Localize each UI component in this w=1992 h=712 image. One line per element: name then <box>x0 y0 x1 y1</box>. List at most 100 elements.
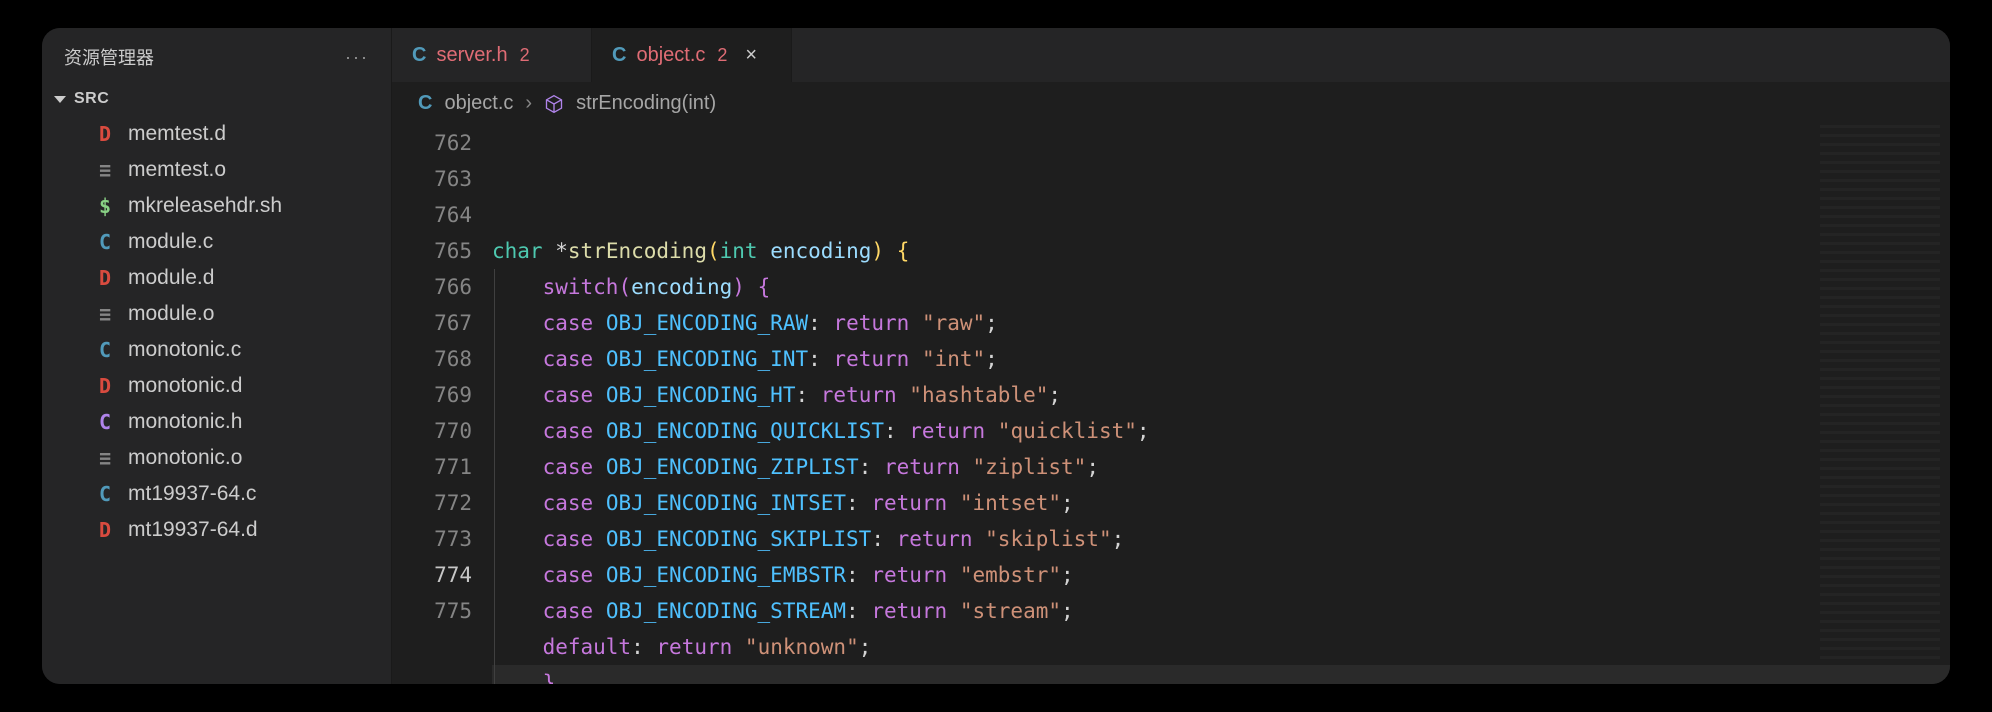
code-line[interactable]: char *strEncoding(int encoding) { <box>492 233 1950 269</box>
file-item[interactable]: Cmodule.c <box>42 224 391 260</box>
tab[interactable]: Cobject.c2× <box>592 28 792 82</box>
line-number: 771 <box>392 449 472 485</box>
token <box>884 239 897 263</box>
file-item[interactable]: $mkreleasehdr.sh <box>42 188 391 224</box>
token: OBJ_ENCODING_INT <box>606 347 808 371</box>
code-line[interactable]: case OBJ_ENCODING_HT: return "hashtable"… <box>492 377 1950 413</box>
file-item[interactable]: Cmonotonic.h <box>42 404 391 440</box>
tab-label: server.h <box>436 44 507 67</box>
token <box>859 563 872 587</box>
indent-guide <box>494 305 495 341</box>
breadcrumb[interactable]: C object.c › strEncoding(int) <box>392 82 1950 125</box>
token: ; <box>1048 383 1061 407</box>
token <box>758 239 771 263</box>
token: "intset" <box>960 491 1061 515</box>
code-line[interactable]: case OBJ_ENCODING_EMBSTR: return "embstr… <box>492 557 1950 593</box>
token: case <box>543 599 594 623</box>
token: OBJ_ENCODING_INTSET <box>606 491 846 515</box>
folder-row[interactable]: SRC <box>42 84 391 116</box>
code-line[interactable]: case OBJ_ENCODING_SKIPLIST: return "skip… <box>492 521 1950 557</box>
token: : <box>859 455 872 479</box>
token: case <box>543 311 594 335</box>
file-name: monotonic.o <box>128 446 242 470</box>
tab-label: object.c <box>636 44 705 67</box>
file-type-icon: ≡ <box>94 302 116 326</box>
file-name: memtest.o <box>128 158 226 182</box>
token: return <box>871 563 947 587</box>
file-type-icon: C <box>94 230 116 254</box>
token: ) <box>732 275 745 299</box>
file-item[interactable]: Cmt19937-64.c <box>42 476 391 512</box>
token <box>909 311 922 335</box>
code-line[interactable]: switch(encoding) { <box>492 269 1950 305</box>
token <box>543 239 556 263</box>
sidebar-header: 资源管理器 ··· <box>42 28 391 84</box>
more-icon[interactable]: ··· <box>345 47 369 68</box>
token <box>644 635 657 659</box>
file-item[interactable]: ≡ monotonic.o <box>42 440 391 476</box>
token: "skiplist" <box>985 527 1111 551</box>
c-file-icon: C <box>412 44 426 67</box>
code-line[interactable]: case OBJ_ENCODING_INTSET: return "intset… <box>492 485 1950 521</box>
line-number: 765 <box>392 233 472 269</box>
file-item[interactable]: Cmonotonic.c <box>42 332 391 368</box>
sidebar-title: 资源管理器 <box>64 44 154 70</box>
file-item[interactable]: Dmt19937-64.d <box>42 512 391 548</box>
token <box>947 563 960 587</box>
code-line[interactable]: case OBJ_ENCODING_RAW: return "raw"; <box>492 305 1950 341</box>
file-type-icon: D <box>94 374 116 398</box>
file-item[interactable]: Dmonotonic.d <box>42 368 391 404</box>
token: ; <box>985 347 998 371</box>
token: ; <box>859 635 872 659</box>
token <box>593 347 606 371</box>
token: ; <box>1061 563 1074 587</box>
token <box>745 275 758 299</box>
chevron-down-icon <box>54 96 66 103</box>
file-name: monotonic.c <box>128 338 241 362</box>
c-file-icon: C <box>612 44 626 67</box>
token: switch <box>543 275 619 299</box>
token: "quicklist" <box>998 419 1137 443</box>
token: case <box>543 347 594 371</box>
code-editor[interactable]: 7627637647657667677687697707717727737747… <box>392 125 1950 684</box>
indent-guide <box>494 485 495 521</box>
file-type-icon: ≡ <box>94 446 116 470</box>
code-line[interactable]: } <box>492 665 1950 684</box>
code-line[interactable]: case OBJ_ENCODING_STREAM: return "stream… <box>492 593 1950 629</box>
file-type-icon: $ <box>94 194 116 218</box>
token: } <box>543 671 556 684</box>
token: strEncoding <box>568 239 707 263</box>
file-item[interactable]: ≡module.o <box>42 296 391 332</box>
token <box>821 311 834 335</box>
line-number: 767 <box>392 305 472 341</box>
code-line[interactable]: case OBJ_ENCODING_ZIPLIST: return "zipli… <box>492 449 1950 485</box>
token: return <box>833 347 909 371</box>
code-line[interactable]: case OBJ_ENCODING_INT: return "int"; <box>492 341 1950 377</box>
token <box>947 491 960 515</box>
token: OBJ_ENCODING_HT <box>606 383 796 407</box>
sidebar: 资源管理器 ··· SRC Dmemtest.d≡memtest.o$mkrel… <box>42 28 392 684</box>
file-item[interactable]: Dmemtest.d <box>42 116 391 152</box>
tab[interactable]: Cserver.h 2 <box>392 28 592 82</box>
code-line[interactable]: default: return "unknown"; <box>492 629 1950 665</box>
tab-badge: 2 <box>520 45 530 66</box>
file-type-icon: C <box>94 338 116 362</box>
code-content[interactable]: char *strEncoding(int encoding) { switch… <box>492 125 1950 684</box>
token <box>960 455 973 479</box>
indent-guide <box>494 665 495 684</box>
token <box>593 563 606 587</box>
line-number-gutter: 7627637647657667677687697707717727737747… <box>392 125 492 684</box>
line-number: 766 <box>392 269 472 305</box>
token: return <box>821 383 897 407</box>
token: "embstr" <box>960 563 1061 587</box>
file-item[interactable]: ≡memtest.o <box>42 152 391 188</box>
close-icon[interactable]: × <box>745 44 757 67</box>
token <box>593 383 606 407</box>
token <box>593 491 606 515</box>
code-line[interactable]: case OBJ_ENCODING_QUICKLIST: return "qui… <box>492 413 1950 449</box>
indent-guide <box>494 449 495 485</box>
token: : <box>871 527 884 551</box>
file-name: monotonic.d <box>128 374 242 398</box>
file-item[interactable]: Dmodule.d <box>42 260 391 296</box>
token: ; <box>1061 491 1074 515</box>
